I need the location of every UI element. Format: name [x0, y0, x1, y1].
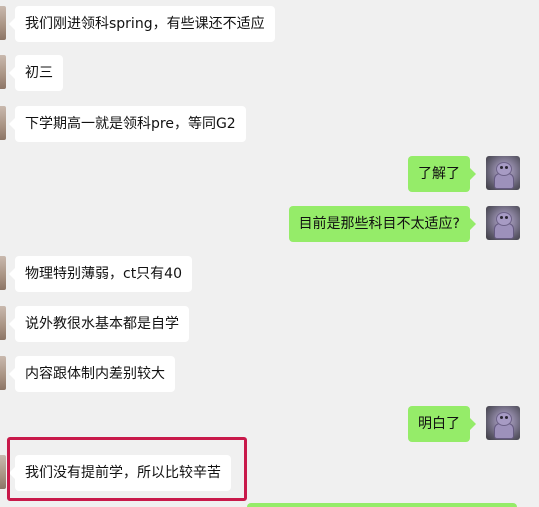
- message-bubble-received[interactable]: 我们刚进领科spring，有些课还不适应: [9, 6, 275, 42]
- message-bubble-sent[interactable]: 明白了: [408, 406, 476, 442]
- message-bubble-sent[interactable]: 目前是那些科目不太适应?: [288, 206, 477, 242]
- message-bubble-received[interactable]: 下学期高一就是领科pre，等同G2: [9, 106, 246, 142]
- avatar-eye: [505, 416, 508, 419]
- contact-avatar[interactable]: [0, 256, 6, 290]
- contact-avatar[interactable]: [0, 6, 6, 40]
- avatar-figure-head: [496, 162, 512, 176]
- contact-avatar[interactable]: [0, 55, 6, 89]
- avatar-eye: [505, 216, 508, 219]
- message-bubble-sent[interactable]: 了解了: [408, 156, 476, 192]
- message-bubble-sent-partial[interactable]: [247, 503, 517, 507]
- contact-avatar[interactable]: [0, 106, 6, 140]
- chat-message-list[interactable]: 我们刚进领科spring，有些课还不适应 初三 下学期高一就是领科pre，等同G…: [0, 0, 539, 507]
- avatar-eye: [500, 166, 503, 169]
- message-bubble-received[interactable]: 物理特别薄弱，ct只有40: [8, 256, 193, 292]
- avatar-eye: [500, 216, 503, 219]
- avatar-figure-head: [496, 412, 512, 426]
- contact-avatar[interactable]: [0, 306, 6, 340]
- avatar-figure-head: [496, 212, 512, 226]
- avatar-eye: [500, 416, 503, 419]
- message-bubble-received[interactable]: 初三: [9, 55, 63, 91]
- avatar-eye: [505, 166, 508, 169]
- highlight-annotation-box: [7, 437, 247, 501]
- contact-avatar[interactable]: [0, 455, 6, 489]
- message-bubble-received[interactable]: 内容跟体制内差别较大: [9, 356, 175, 392]
- message-bubble-received[interactable]: 说外教很水基本都是自学: [9, 306, 189, 342]
- user-avatar[interactable]: [486, 206, 520, 240]
- user-avatar[interactable]: [486, 406, 520, 440]
- contact-avatar[interactable]: [0, 356, 6, 390]
- user-avatar[interactable]: [486, 156, 520, 190]
